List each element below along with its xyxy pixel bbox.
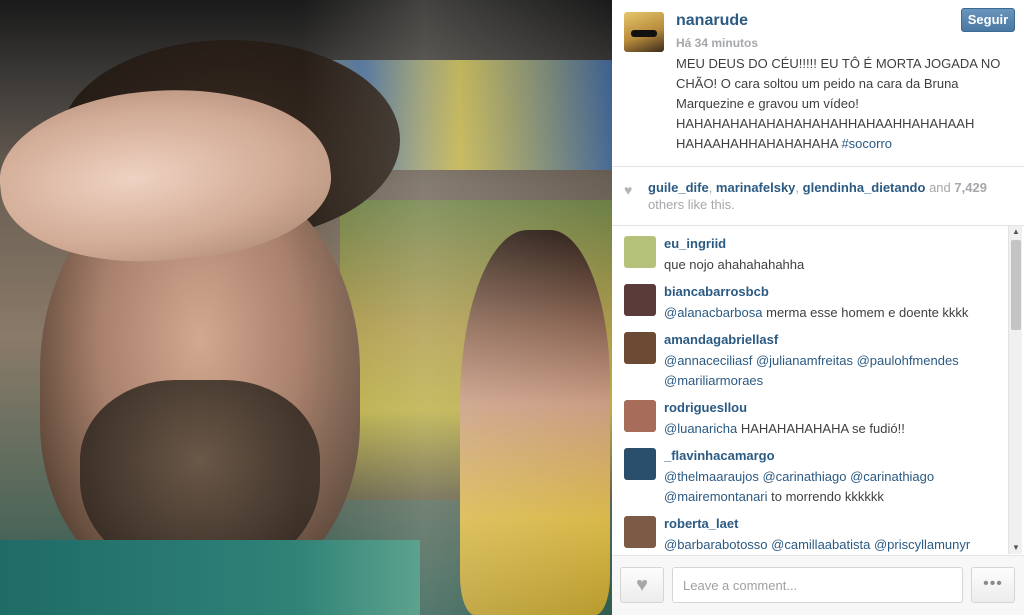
commenter-username[interactable]: amandagabriellasf bbox=[664, 332, 778, 347]
liker-3[interactable]: glendinha_dietando bbox=[803, 180, 926, 195]
ellipsis-icon: ••• bbox=[983, 575, 1003, 592]
comment-body: to morrendo kkkkkk bbox=[771, 489, 884, 504]
commenter-avatar[interactable] bbox=[624, 516, 656, 548]
comment-mentions[interactable]: @barbarabotosso @camillaabatista @priscy… bbox=[664, 537, 970, 552]
commenter-avatar[interactable] bbox=[624, 400, 656, 432]
scroll-down-icon[interactable]: ▼ bbox=[1009, 542, 1023, 554]
caption-text: MEU DEUS DO CÉU!!!!! EU TÔ É MORTA JOGAD… bbox=[676, 56, 1001, 151]
author-username[interactable]: nanarude bbox=[676, 12, 748, 30]
more-options-button[interactable]: ••• bbox=[971, 567, 1015, 603]
commenter-avatar[interactable] bbox=[624, 448, 656, 480]
comment-body: que nojo ahahahahahha bbox=[664, 257, 805, 272]
commenter-avatar[interactable] bbox=[624, 332, 656, 364]
comment-text: @thelmaaraujos @carinathiago @carinathia… bbox=[664, 467, 1004, 507]
commenter-username[interactable]: rodriguesllou bbox=[664, 400, 747, 415]
follow-button[interactable]: Seguir bbox=[961, 8, 1015, 32]
likes-and: and bbox=[929, 180, 951, 195]
comments-list[interactable]: eu_ingriid que nojo ahahahahahha biancab… bbox=[612, 226, 1024, 554]
comment-text: @alanacbarbosa merma esse homem e doente… bbox=[664, 303, 1004, 323]
scrollbar-thumb[interactable] bbox=[1011, 240, 1021, 330]
commenter-avatar[interactable] bbox=[624, 284, 656, 316]
comment-mentions[interactable]: @luanaricha bbox=[664, 421, 737, 436]
likes-suffix: others like this. bbox=[648, 197, 735, 212]
comment-body: merma esse homem e doente kkkk bbox=[766, 305, 969, 320]
author-avatar[interactable] bbox=[624, 12, 664, 52]
caption-hashtag[interactable]: #socorro bbox=[841, 136, 892, 151]
sunglasses-shape bbox=[631, 30, 657, 37]
commenter-username[interactable]: _flavinhacamargo bbox=[664, 448, 775, 463]
post-timestamp: Há 34 minutos bbox=[676, 36, 759, 50]
like-button[interactable]: ♥ bbox=[620, 567, 664, 603]
comment-text: que nojo ahahahahahha bbox=[664, 255, 1004, 275]
scroll-up-icon[interactable]: ▲ bbox=[1009, 226, 1023, 238]
liker-1[interactable]: guile_dife bbox=[648, 180, 709, 195]
likes-text: guile_dife, marinafelsky, glendinha_diet… bbox=[648, 180, 987, 212]
instagram-post-viewer: nanarude Há 34 minutos Seguir MEU DEUS D… bbox=[0, 0, 1024, 615]
post-caption: MEU DEUS DO CÉU!!!!! EU TÔ É MORTA JOGAD… bbox=[676, 54, 1016, 154]
post-header: nanarude Há 34 minutos Seguir MEU DEUS D… bbox=[612, 0, 1024, 166]
commenter-avatar[interactable] bbox=[624, 236, 656, 268]
commenter-username[interactable]: roberta_laet bbox=[664, 516, 738, 531]
liker-2[interactable]: marinafelsky bbox=[716, 180, 796, 195]
light-flare bbox=[300, 0, 612, 615]
post-video[interactable] bbox=[0, 0, 612, 615]
comment-footer: ♥ ••• bbox=[612, 555, 1024, 615]
likes-section: ♥ guile_dife, marinafelsky, glendinha_di… bbox=[612, 167, 1024, 225]
comment-mentions[interactable]: @alanacbarbosa bbox=[664, 305, 762, 320]
comment-mentions[interactable]: @annaceciliasf @julianamfreitas @paulohf… bbox=[664, 353, 959, 388]
commenter-username[interactable]: eu_ingriid bbox=[664, 236, 726, 251]
comment-text: @luanaricha HAHAHAHAHAHA se fudió!! bbox=[664, 419, 1004, 439]
heart-icon: ♥ bbox=[636, 574, 648, 596]
likes-count[interactable]: 7,429 bbox=[954, 180, 987, 195]
comment-input[interactable] bbox=[672, 567, 963, 603]
comment-text: @annaceciliasf @julianamfreitas @paulohf… bbox=[664, 351, 1004, 391]
commenter-username[interactable]: biancabarrosbcb bbox=[664, 284, 769, 299]
heart-icon: ♥ bbox=[624, 182, 633, 198]
comments-scrollbar[interactable]: ▲ ▼ bbox=[1008, 226, 1022, 554]
comment-text: @barbarabotosso @camillaabatista @priscy… bbox=[664, 535, 1004, 554]
post-side-panel: nanarude Há 34 minutos Seguir MEU DEUS D… bbox=[612, 0, 1024, 615]
comment-body: HAHAHAHAHAHA se fudió!! bbox=[740, 421, 905, 436]
